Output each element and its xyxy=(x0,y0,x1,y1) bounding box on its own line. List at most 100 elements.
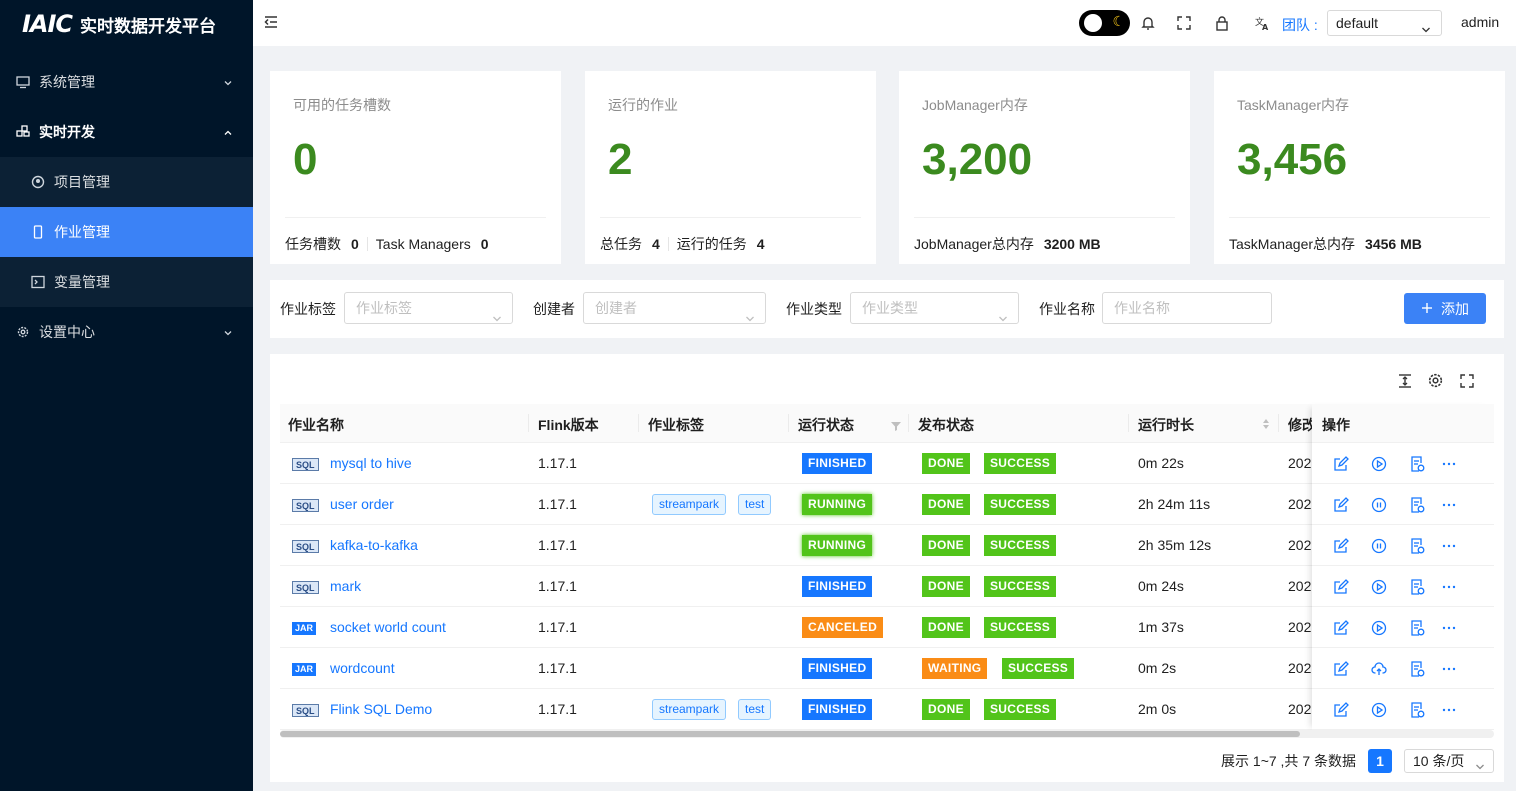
pause-icon[interactable] xyxy=(1370,537,1387,554)
play-icon[interactable] xyxy=(1370,455,1387,472)
more-icon[interactable] xyxy=(1440,537,1457,554)
pause-icon[interactable] xyxy=(1370,496,1387,513)
sort-icon[interactable] xyxy=(1262,417,1270,433)
row-actions xyxy=(1312,566,1494,607)
user-menu[interactable]: admin xyxy=(1461,14,1499,30)
filter-icon[interactable] xyxy=(891,418,901,434)
more-icon[interactable] xyxy=(1440,578,1457,595)
team-select[interactable]: default xyxy=(1327,10,1442,36)
duration: 0m 22s xyxy=(1138,455,1184,471)
sidebar-item-realtime[interactable]: 实时开发 xyxy=(0,107,253,157)
more-icon[interactable] xyxy=(1440,619,1457,636)
more-icon[interactable] xyxy=(1440,496,1457,513)
job-name-link[interactable]: kafka-to-kafka xyxy=(330,537,418,553)
edit-icon[interactable] xyxy=(1332,701,1349,718)
name-filter-input[interactable]: 作业名称 xyxy=(1102,292,1272,324)
add-button[interactable]: 添加 xyxy=(1404,293,1486,324)
play-icon[interactable] xyxy=(1370,578,1387,595)
stat-card-taskmanager: TaskManager内存 3,456 TaskManager总内存 3456 … xyxy=(1214,71,1505,264)
run-status-badge: FINISHED xyxy=(802,699,873,720)
type-filter-label: 作业类型 xyxy=(786,301,842,317)
theme-toggle[interactable]: ☾ xyxy=(1079,10,1130,36)
job-name-link[interactable]: Flink SQL Demo xyxy=(330,701,432,717)
more-icon[interactable] xyxy=(1440,701,1457,718)
edit-icon[interactable] xyxy=(1332,496,1349,513)
more-icon[interactable] xyxy=(1440,455,1457,472)
page-size-select[interactable]: 10 条/页 xyxy=(1404,749,1494,773)
more-icon[interactable] xyxy=(1440,660,1457,677)
edit-icon[interactable] xyxy=(1332,619,1349,636)
job-name-link[interactable]: socket world count xyxy=(330,619,446,635)
duration: 0m 24s xyxy=(1138,578,1184,594)
page-button-current[interactable]: 1 xyxy=(1368,749,1392,773)
fullscreen-icon[interactable] xyxy=(1457,371,1476,390)
stat-value: 4 xyxy=(652,236,660,252)
sidebar-item-jobs[interactable]: 作业管理 xyxy=(0,207,253,257)
scrollbar-thumb[interactable] xyxy=(280,731,1300,737)
divider xyxy=(1278,414,1279,432)
play-icon[interactable] xyxy=(1370,701,1387,718)
modified-time: 202 xyxy=(1288,660,1312,676)
column-header: 运行状态 xyxy=(798,417,854,433)
job-name-link[interactable]: user order xyxy=(330,496,394,512)
sidebar-item-projects[interactable]: 项目管理 xyxy=(0,157,253,207)
edit-icon[interactable] xyxy=(1332,455,1349,472)
divider xyxy=(914,217,1175,218)
edit-icon[interactable] xyxy=(1332,537,1349,554)
run-status-badge: CANCELED xyxy=(802,617,884,638)
job-name-link[interactable]: mysql to hive xyxy=(330,455,412,471)
modified-time: 202 xyxy=(1288,578,1312,594)
edit-icon[interactable] xyxy=(1332,578,1349,595)
gear-icon[interactable] xyxy=(1426,371,1445,390)
run-status-badge: RUNNING xyxy=(802,535,873,556)
logo[interactable]: IAIC 实时数据开发平台 xyxy=(0,0,253,48)
duration: 2h 24m 11s xyxy=(1138,496,1211,512)
play-icon[interactable] xyxy=(1370,619,1387,636)
divider xyxy=(1128,414,1129,432)
cloud-upload-icon[interactable] xyxy=(1370,660,1387,677)
row-actions xyxy=(1312,525,1494,566)
toggle-knob xyxy=(1084,14,1102,32)
job-type-tag: SQL xyxy=(292,581,319,594)
sidebar: IAIC 实时数据开发平台 系统管理 实时开发 项目管理 作业管理 变量管理 设… xyxy=(0,0,253,791)
bell-icon[interactable] xyxy=(1138,13,1158,33)
tag-filter-select[interactable]: 作业标签 xyxy=(344,292,513,324)
run-status-badge: FINISHED xyxy=(802,576,873,597)
horizontal-scrollbar[interactable] xyxy=(280,730,1494,738)
stat-card-value: 2 xyxy=(608,135,633,184)
sidebar-item-settings[interactable]: 设置中心 xyxy=(0,307,253,357)
file-detail-icon[interactable] xyxy=(1408,660,1425,677)
flink-version: 1.17.1 xyxy=(538,537,577,553)
modified-time: 202 xyxy=(1288,619,1312,635)
flink-version: 1.17.1 xyxy=(538,660,577,676)
stat-label: Task Managers xyxy=(375,236,471,252)
file-detail-icon[interactable] xyxy=(1408,455,1425,472)
placeholder: 作业名称 xyxy=(1114,300,1170,316)
translate-icon[interactable]: 文A xyxy=(1252,13,1272,33)
fullscreen-icon[interactable] xyxy=(1174,13,1194,33)
lock-icon[interactable] xyxy=(1212,13,1232,33)
monitor-icon xyxy=(15,74,31,90)
app-title: 实时数据开发平台 xyxy=(80,16,217,36)
file-detail-icon[interactable] xyxy=(1408,701,1425,718)
stat-value: 3200 MB xyxy=(1043,236,1101,252)
job-name-link[interactable]: mark xyxy=(330,578,361,594)
sidebar-menu: 系统管理 实时开发 项目管理 作业管理 变量管理 设置中心 xyxy=(0,57,253,357)
run-status-badge: FINISHED xyxy=(802,658,873,679)
job-name-link[interactable]: wordcount xyxy=(330,660,395,676)
sidebar-item-system[interactable]: 系统管理 xyxy=(0,57,253,107)
menu-fold-icon[interactable] xyxy=(263,14,279,33)
sidebar-item-variables[interactable]: 变量管理 xyxy=(0,257,253,307)
creator-filter-select[interactable]: 创建者 xyxy=(583,292,766,324)
type-filter-select[interactable]: 作业类型 xyxy=(850,292,1019,324)
column-height-icon[interactable] xyxy=(1395,371,1414,390)
flink-version: 1.17.1 xyxy=(538,701,577,717)
apps-icon xyxy=(15,124,31,140)
file-detail-icon[interactable] xyxy=(1408,578,1425,595)
file-detail-icon[interactable] xyxy=(1408,619,1425,636)
creator-filter-label: 创建者 xyxy=(533,301,575,317)
edit-icon[interactable] xyxy=(1332,660,1349,677)
file-detail-icon[interactable] xyxy=(1408,496,1425,513)
svg-text:A: A xyxy=(1262,23,1269,31)
file-detail-icon[interactable] xyxy=(1408,537,1425,554)
